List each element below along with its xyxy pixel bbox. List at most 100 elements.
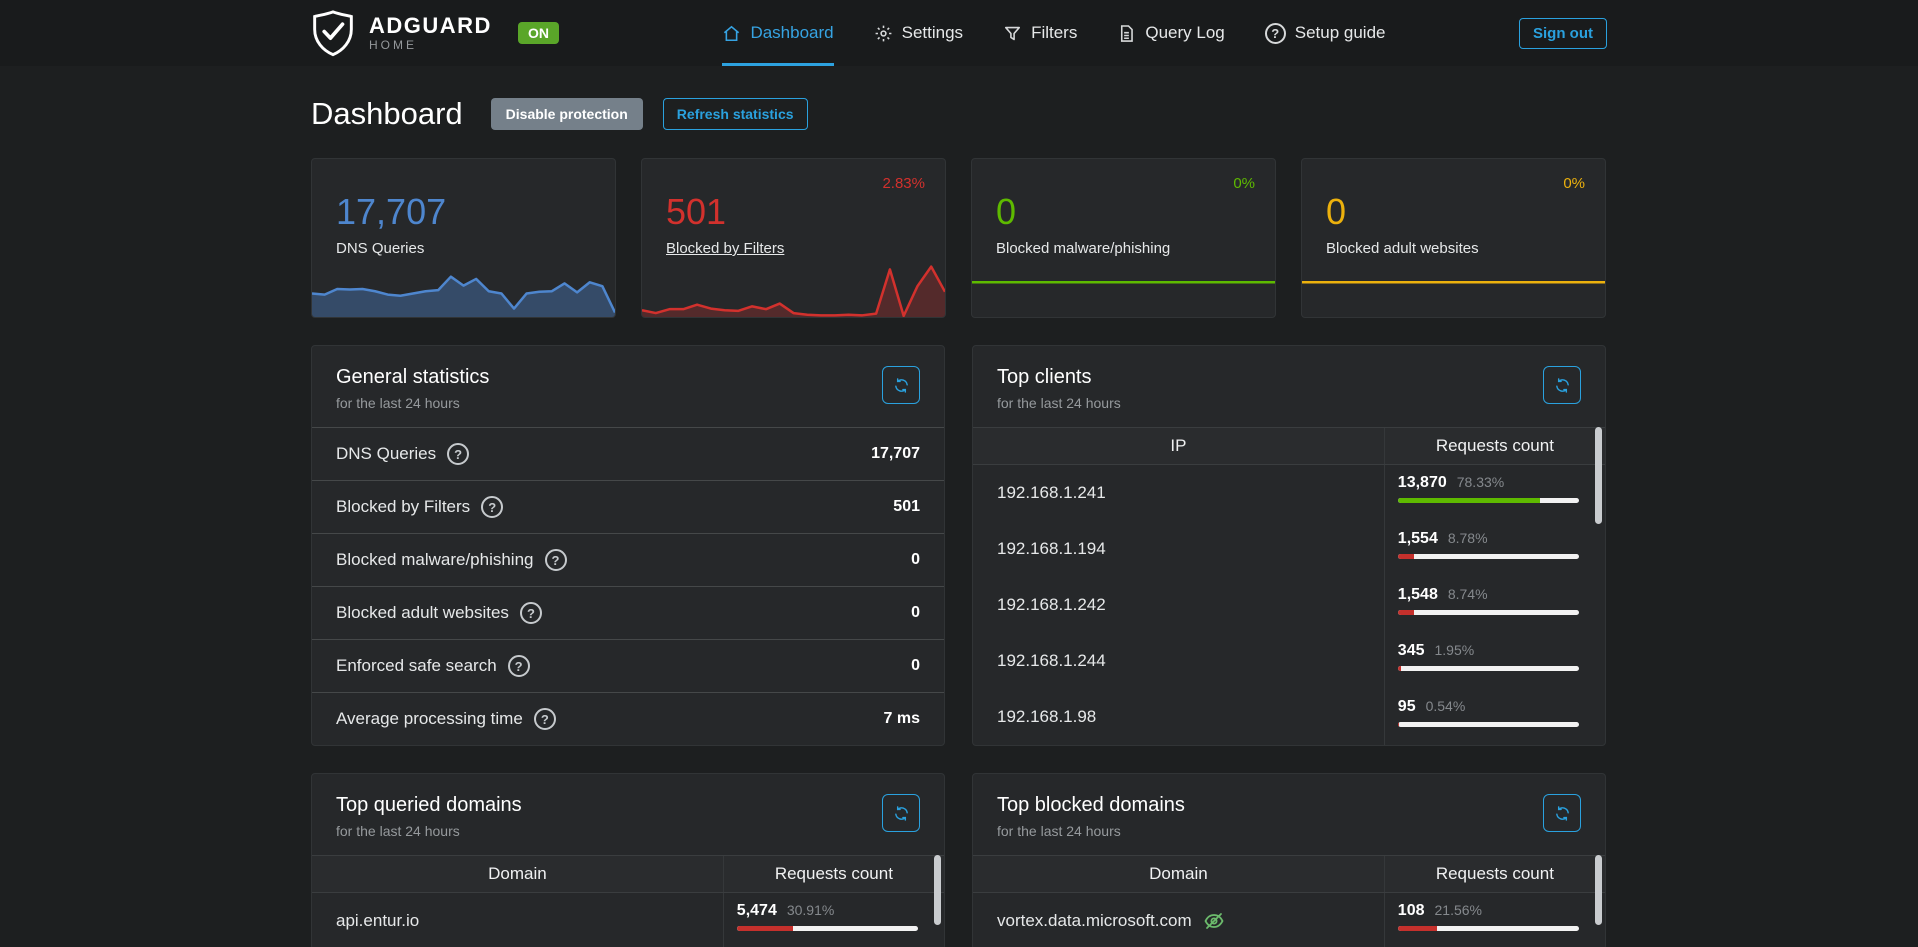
help-icon[interactable]: ? [508, 655, 530, 677]
stat-row-label: Blocked adult websites [336, 603, 509, 623]
stat-value: 0 [996, 191, 1251, 233]
request-percent: 78.33% [1457, 474, 1504, 490]
page-title: Dashboard [311, 96, 463, 132]
column-header-domain: Domain [973, 856, 1384, 892]
stat-row-value: 501 [893, 498, 920, 516]
document-icon [1117, 24, 1136, 43]
progress-bar [1398, 554, 1579, 559]
request-count: 1,554 [1398, 530, 1438, 548]
stat-label: Blocked malware/phishing [996, 240, 1170, 257]
help-circle-icon: ? [1265, 23, 1286, 44]
vertical-scrollbar[interactable] [1595, 855, 1602, 925]
blocked-by-filters-link[interactable]: Blocked by Filters [666, 240, 784, 257]
brand-name: ADGUARD [369, 14, 492, 37]
column-header-requests: Requests count [1384, 428, 1605, 464]
client-ip[interactable]: 192.168.1.241 [973, 465, 1384, 521]
stat-row-value: 0 [911, 604, 920, 622]
home-icon [722, 24, 741, 43]
stat-label: DNS Queries [336, 240, 424, 257]
protection-status-badge: ON [518, 22, 559, 44]
refresh-icon [1554, 805, 1571, 822]
nav-item-query-log[interactable]: Query Log [1117, 0, 1224, 66]
nav-item-label: Query Log [1145, 23, 1224, 43]
vertical-scrollbar[interactable] [934, 855, 941, 925]
top-navbar: ADGUARD HOME ON Dashboard Settings Filte… [0, 0, 1918, 66]
client-ip[interactable]: 192.168.1.242 [973, 577, 1384, 633]
panel-subtitle: for the last 24 hours [336, 823, 522, 839]
help-icon[interactable]: ? [520, 602, 542, 624]
brand-sub: HOME [369, 39, 492, 52]
client-ip[interactable]: 192.168.1.244 [973, 633, 1384, 689]
stat-row-value: 17,707 [871, 445, 920, 463]
table-header: Domain Requests count [312, 855, 944, 893]
dns-queries-sparkline [312, 261, 615, 317]
sign-out-button[interactable]: Sign out [1519, 18, 1607, 49]
blocked-malware-sparkline [972, 261, 1275, 317]
eye-off-icon[interactable] [1202, 909, 1226, 933]
nav-item-filters[interactable]: Filters [1003, 0, 1077, 66]
panel-title: Top blocked domains [997, 794, 1185, 817]
refresh-button[interactable] [1543, 794, 1581, 832]
blocked-adult-sparkline [1302, 261, 1605, 317]
nav-item-dashboard[interactable]: Dashboard [722, 0, 833, 66]
column-header-requests: Requests count [1384, 856, 1605, 892]
stat-percent: 0% [1233, 175, 1255, 192]
progress-bar [1398, 666, 1579, 671]
general-statistics-panel: General statistics for the last 24 hours… [311, 345, 945, 746]
progress-bar [737, 926, 918, 931]
client-row: 192.168.1.194 1,554 8.78% [973, 521, 1605, 577]
stat-row-blocked-filters: Blocked by Filters? 501 [312, 480, 944, 533]
domain-row: vortex.data.microsoft.com 10821.56% [973, 893, 1605, 947]
refresh-icon [1554, 377, 1571, 394]
nav-item-label: Setup guide [1295, 23, 1386, 43]
client-ip[interactable]: 192.168.1.98 [973, 689, 1384, 745]
domain-name[interactable]: vortex.data.microsoft.com [997, 911, 1192, 931]
top-clients-panel: Top clients for the last 24 hours IP Req… [972, 345, 1606, 746]
client-row: 192.168.1.98 950.54% [973, 689, 1605, 745]
nav-item-settings[interactable]: Settings [874, 0, 963, 66]
nav-item-label: Settings [902, 23, 963, 43]
request-percent: 8.78% [1448, 530, 1488, 546]
nav-item-label: Filters [1031, 23, 1077, 43]
shield-logo-icon [311, 9, 355, 57]
refresh-button[interactable] [882, 794, 920, 832]
stat-percent: 0% [1563, 175, 1585, 192]
stat-row-blocked-adult: Blocked adult websites? 0 [312, 586, 944, 639]
help-icon[interactable]: ? [545, 549, 567, 571]
stat-row-safe-search: Enforced safe search? 0 [312, 639, 944, 692]
stat-row-dns-queries: DNS Queries? 17,707 [312, 427, 944, 480]
help-icon[interactable]: ? [481, 496, 503, 518]
client-ip[interactable]: 192.168.1.194 [973, 521, 1384, 577]
stat-row-value: 0 [911, 551, 920, 569]
stat-value: 17,707 [336, 191, 591, 233]
request-percent: 1.95% [1435, 642, 1475, 658]
nav-item-setup-guide[interactable]: ? Setup guide [1265, 0, 1386, 66]
table-header: Domain Requests count [973, 855, 1605, 893]
top-blocked-domains-panel: Top blocked domains for the last 24 hour… [972, 773, 1606, 947]
stat-row-label: Average processing time [336, 709, 523, 729]
help-icon[interactable]: ? [447, 443, 469, 465]
domain-name[interactable]: api.entur.io [312, 893, 723, 947]
panel-subtitle: for the last 24 hours [336, 395, 489, 411]
domain-row: api.entur.io 5,47430.91% [312, 893, 944, 947]
refresh-button[interactable] [882, 366, 920, 404]
vertical-scrollbar[interactable] [1595, 427, 1602, 524]
nav-menu: Dashboard Settings Filters Query Log ? S… [589, 0, 1519, 66]
request-percent: 21.56% [1435, 902, 1482, 918]
disable-protection-button[interactable]: Disable protection [491, 98, 643, 130]
stat-card-dns-queries: 17,707 DNS Queries [311, 158, 616, 318]
panel-title: Top clients [997, 366, 1121, 389]
stat-value: 501 [666, 191, 921, 233]
refresh-icon [893, 377, 910, 394]
refresh-icon [893, 805, 910, 822]
stat-label: Blocked adult websites [1326, 240, 1479, 257]
help-icon[interactable]: ? [534, 708, 556, 730]
request-percent: 30.91% [787, 902, 834, 918]
progress-bar [1398, 610, 1579, 615]
blocked-filters-sparkline [642, 261, 945, 317]
refresh-button[interactable] [1543, 366, 1581, 404]
stat-row-processing-time: Average processing time? 7 ms [312, 692, 944, 745]
stat-row-blocked-malware: Blocked malware/phishing? 0 [312, 533, 944, 586]
request-count: 345 [1398, 642, 1425, 660]
refresh-statistics-button[interactable]: Refresh statistics [663, 98, 808, 130]
